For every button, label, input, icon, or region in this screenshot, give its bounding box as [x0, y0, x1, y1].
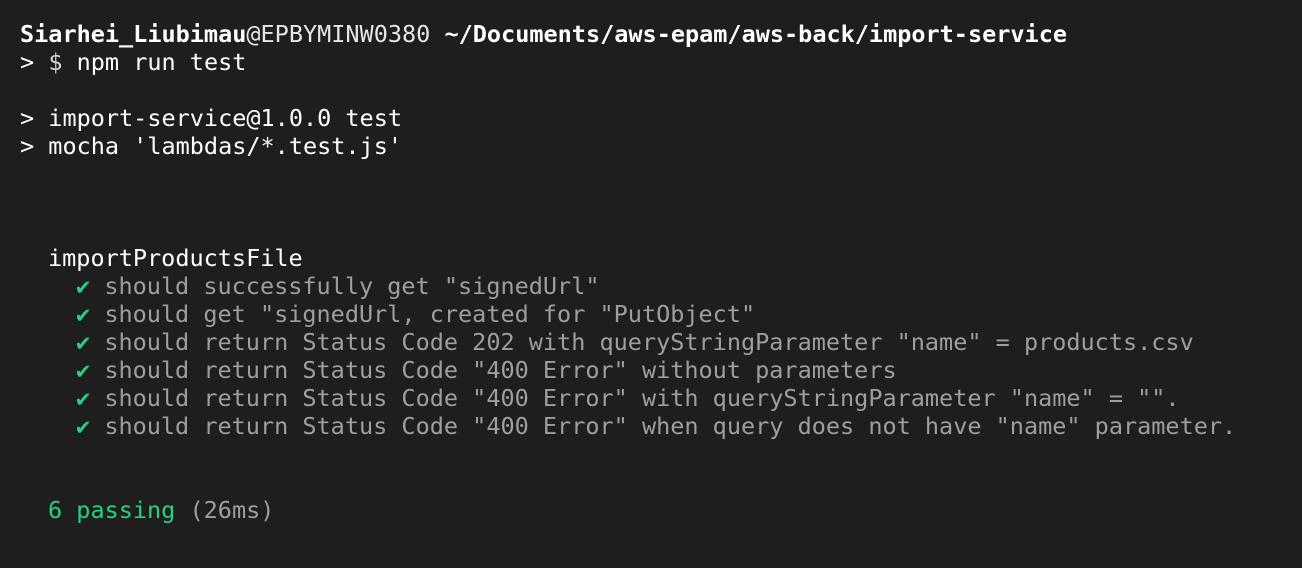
prompt-line: Siarhei_Liubimau@EPBYMINW0380 ~/Document…: [0, 20, 1302, 48]
check-icon: ✔: [76, 300, 91, 328]
test-result-row: ✔ should return Status Code "400 Error" …: [0, 412, 1302, 440]
test-result-row: ✔ should return Status Code "400 Error" …: [0, 384, 1302, 412]
npm-output-line: > import-service@1.0.0 test: [20, 104, 403, 132]
prompt-arrow: >: [20, 48, 35, 76]
test-title: should get "signedUrl, created for "PutO…: [104, 300, 756, 328]
test-result-row: ✔ should return Status Code 202 with que…: [0, 328, 1302, 356]
test-title: should return Status Code "400 Error" wi…: [104, 356, 897, 384]
prompt-user: Siarhei_Liubimau: [20, 20, 247, 48]
check-icon: ✔: [76, 272, 91, 300]
prompt-host: @EPBYMINW0380: [246, 20, 431, 48]
check-icon: ✔: [76, 384, 91, 412]
duration-text: (26ms): [189, 496, 275, 524]
check-icon: ✔: [76, 328, 91, 356]
check-icon: ✔: [76, 412, 91, 440]
prompt-cwd: ~/Documents/aws-epam/aws-back/import-ser…: [444, 20, 1067, 48]
test-title: should successfully get "signedUrl": [104, 272, 600, 300]
test-title: should return Status Code "400 Error" wh…: [104, 412, 1237, 440]
terminal-window[interactable]: Siarhei_Liubimau@EPBYMINW0380 ~/Document…: [0, 0, 1302, 568]
suite-title: importProductsFile: [48, 244, 303, 272]
command-line: > $ npm run test: [0, 48, 1302, 76]
command-text: npm run test: [76, 48, 247, 76]
check-icon: ✔: [76, 356, 91, 384]
test-title: should return Status Code 202 with query…: [104, 328, 1194, 356]
npm-output-line: > mocha 'lambdas/*.test.js': [20, 132, 403, 160]
test-result-row: ✔ should get "signedUrl, created for "Pu…: [0, 300, 1302, 328]
test-result-row: ✔ should successfully get "signedUrl": [0, 272, 1302, 300]
prompt-dollar: $: [48, 48, 63, 76]
summary-line: 6 passing (26ms): [0, 496, 1302, 524]
test-title: should return Status Code "400 Error" wi…: [104, 384, 1180, 412]
test-result-row: ✔ should return Status Code "400 Error" …: [0, 356, 1302, 384]
passing-count: 6 passing: [48, 496, 176, 524]
